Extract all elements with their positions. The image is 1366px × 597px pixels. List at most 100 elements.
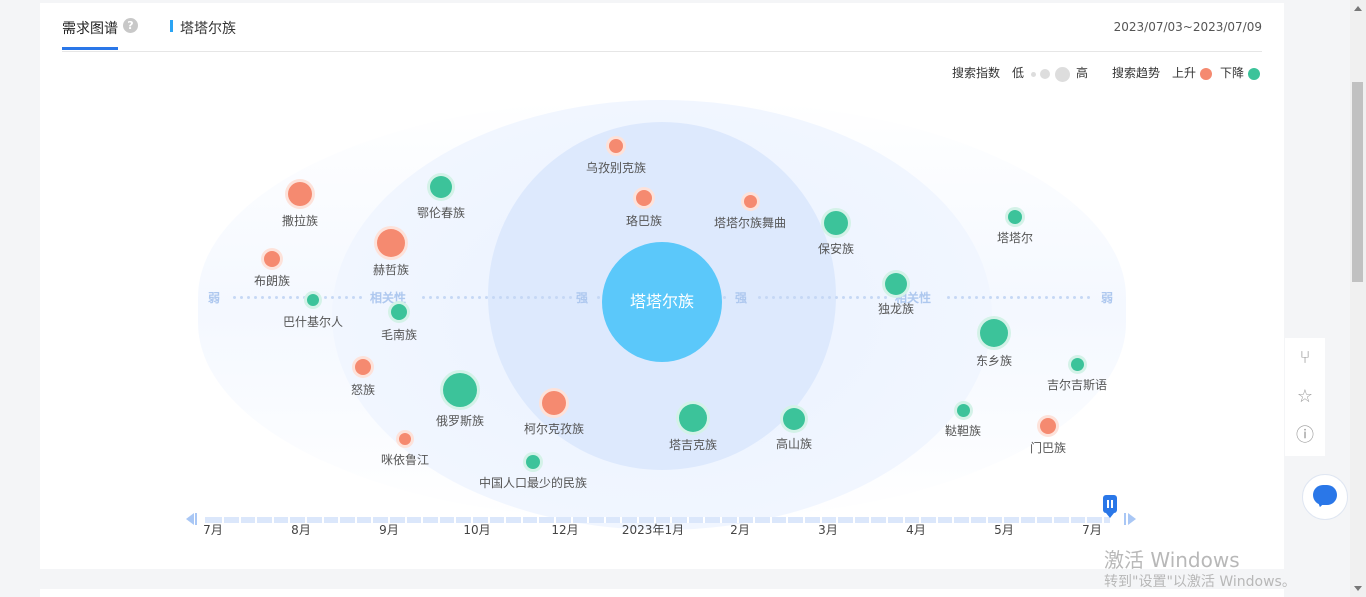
word-label[interactable]: 保安族 bbox=[818, 240, 854, 257]
word-bubble[interactable] bbox=[526, 455, 540, 469]
timeline-month-label[interactable]: 7月 bbox=[203, 521, 223, 538]
tab-demand-graph[interactable]: 需求图谱 bbox=[62, 18, 118, 38]
word-label[interactable]: 独龙族 bbox=[878, 300, 914, 317]
scroll-thumb[interactable] bbox=[1352, 82, 1363, 282]
help-icon[interactable]: ⓘ bbox=[1293, 424, 1317, 448]
word-bubble[interactable] bbox=[355, 359, 371, 375]
word-label[interactable]: 高山族 bbox=[776, 435, 812, 452]
word-label[interactable]: 鞑靼族 bbox=[945, 422, 981, 439]
word-bubble[interactable] bbox=[1008, 210, 1022, 224]
word-bubble[interactable] bbox=[679, 404, 707, 432]
word-bubble[interactable] bbox=[885, 273, 907, 295]
axis-dot bbox=[240, 296, 243, 299]
word-bubble[interactable] bbox=[288, 182, 312, 206]
axis-dot bbox=[842, 296, 845, 299]
timeline-tick bbox=[1052, 517, 1054, 523]
word-label[interactable]: 布朗族 bbox=[254, 272, 290, 289]
word-label[interactable]: 俄罗斯族 bbox=[436, 412, 484, 429]
axis-dot bbox=[485, 296, 488, 299]
timeline-month-label[interactable]: 9月 bbox=[379, 521, 399, 538]
word-bubble[interactable] bbox=[391, 304, 407, 320]
axis-dot bbox=[779, 296, 782, 299]
word-bubble[interactable] bbox=[743, 194, 757, 208]
word-label[interactable]: 毛南族 bbox=[381, 326, 417, 343]
timeline-month-label[interactable]: 12月 bbox=[551, 521, 578, 538]
share-icon[interactable]: ⑂ bbox=[1293, 346, 1317, 370]
word-bubble[interactable] bbox=[636, 190, 652, 206]
word-bubble[interactable] bbox=[430, 176, 452, 198]
question-circle-icon[interactable]: ? bbox=[123, 18, 138, 33]
timeline-tick bbox=[587, 517, 589, 523]
axis-dot bbox=[758, 296, 761, 299]
word-label[interactable]: 吉尔吉斯语 bbox=[1047, 376, 1107, 393]
star-icon[interactable]: ☆ bbox=[1293, 385, 1317, 409]
axis-dot bbox=[527, 296, 530, 299]
axis-dot bbox=[450, 296, 453, 299]
word-label[interactable]: 撒拉族 bbox=[282, 212, 318, 229]
timeline-prev-icon[interactable] bbox=[186, 513, 194, 525]
word-bubble[interactable] bbox=[1070, 357, 1084, 371]
axis-dot bbox=[884, 296, 887, 299]
word-label[interactable]: 鄂伦春族 bbox=[417, 204, 465, 221]
word-bubble[interactable] bbox=[783, 408, 805, 430]
word-label[interactable]: 塔吉克族 bbox=[669, 436, 717, 453]
timeline-handle[interactable] bbox=[1103, 495, 1117, 518]
legend-down-label: 下降 bbox=[1220, 66, 1245, 80]
word-label[interactable]: 门巴族 bbox=[1030, 439, 1066, 456]
timeline-tick bbox=[1102, 517, 1104, 523]
keyword-marker bbox=[170, 20, 173, 32]
timeline-month-label[interactable]: 3月 bbox=[818, 521, 838, 538]
word-label[interactable]: 中国人口最少的民族 bbox=[479, 474, 587, 491]
timeline-month-label[interactable]: 5月 bbox=[994, 521, 1014, 538]
timeline-month-label[interactable]: 7月 bbox=[1082, 521, 1102, 538]
word-label[interactable]: 东乡族 bbox=[976, 352, 1012, 369]
word-bubble[interactable] bbox=[264, 251, 280, 267]
timeline-month-label[interactable]: 10月 bbox=[463, 521, 490, 538]
word-bubble[interactable] bbox=[307, 294, 319, 306]
timeline-month-label[interactable]: 2023年1月 bbox=[622, 521, 684, 538]
axis-strong-left: 强 bbox=[576, 291, 589, 305]
word-bubble[interactable] bbox=[377, 229, 405, 257]
word-bubble[interactable] bbox=[980, 319, 1008, 347]
chat-button[interactable] bbox=[1302, 474, 1348, 520]
word-label[interactable]: 赫哲族 bbox=[373, 261, 409, 278]
word-bubble[interactable] bbox=[609, 139, 623, 153]
timeline-tick bbox=[803, 517, 805, 523]
axis-dot bbox=[863, 296, 866, 299]
date-range: 2023/07/03~2023/07/09 bbox=[1113, 20, 1262, 34]
axis-dot bbox=[996, 296, 999, 299]
axis-dot bbox=[1087, 296, 1090, 299]
timeline-tick bbox=[903, 517, 905, 523]
legend-high-label: 高 bbox=[1076, 66, 1089, 80]
center-keyword[interactable]: 塔塔尔族 bbox=[602, 242, 722, 362]
word-label[interactable]: 塔塔尔族舞曲 bbox=[714, 214, 786, 231]
timeline-month-label[interactable]: 2月 bbox=[730, 521, 750, 538]
legend-search-trend-label: 搜索趋势 bbox=[1112, 66, 1161, 80]
axis-dot bbox=[513, 296, 516, 299]
word-bubble[interactable] bbox=[956, 403, 970, 417]
word-label[interactable]: 塔塔尔 bbox=[997, 229, 1033, 246]
timeline-month-label[interactable]: 8月 bbox=[291, 521, 311, 538]
word-label[interactable]: 咪依鲁江 bbox=[381, 451, 429, 468]
word-bubble[interactable] bbox=[399, 433, 411, 445]
axis-dot bbox=[814, 296, 817, 299]
word-label[interactable]: 怒族 bbox=[351, 381, 375, 398]
word-bubble[interactable] bbox=[824, 211, 848, 235]
axis-dot bbox=[1031, 296, 1034, 299]
word-label[interactable]: 珞巴族 bbox=[626, 212, 662, 229]
word-label[interactable]: 巴什基尔人 bbox=[283, 313, 343, 330]
axis-dot bbox=[835, 296, 838, 299]
word-label[interactable]: 乌孜别克族 bbox=[586, 159, 646, 176]
axis-dot bbox=[870, 296, 873, 299]
timeline-next-icon[interactable] bbox=[1128, 513, 1136, 525]
timeline-month-label[interactable]: 4月 bbox=[906, 521, 926, 538]
word-bubble[interactable] bbox=[1040, 418, 1056, 434]
word-bubble[interactable] bbox=[443, 373, 477, 407]
axis-dot bbox=[520, 296, 523, 299]
word-label[interactable]: 柯尔克孜族 bbox=[524, 420, 584, 437]
word-bubble[interactable] bbox=[542, 391, 566, 415]
axis-dot bbox=[807, 296, 810, 299]
scroll-down-icon[interactable] bbox=[1354, 586, 1362, 591]
scroll-up-icon[interactable] bbox=[1354, 6, 1362, 11]
timeline-tick bbox=[770, 517, 772, 523]
